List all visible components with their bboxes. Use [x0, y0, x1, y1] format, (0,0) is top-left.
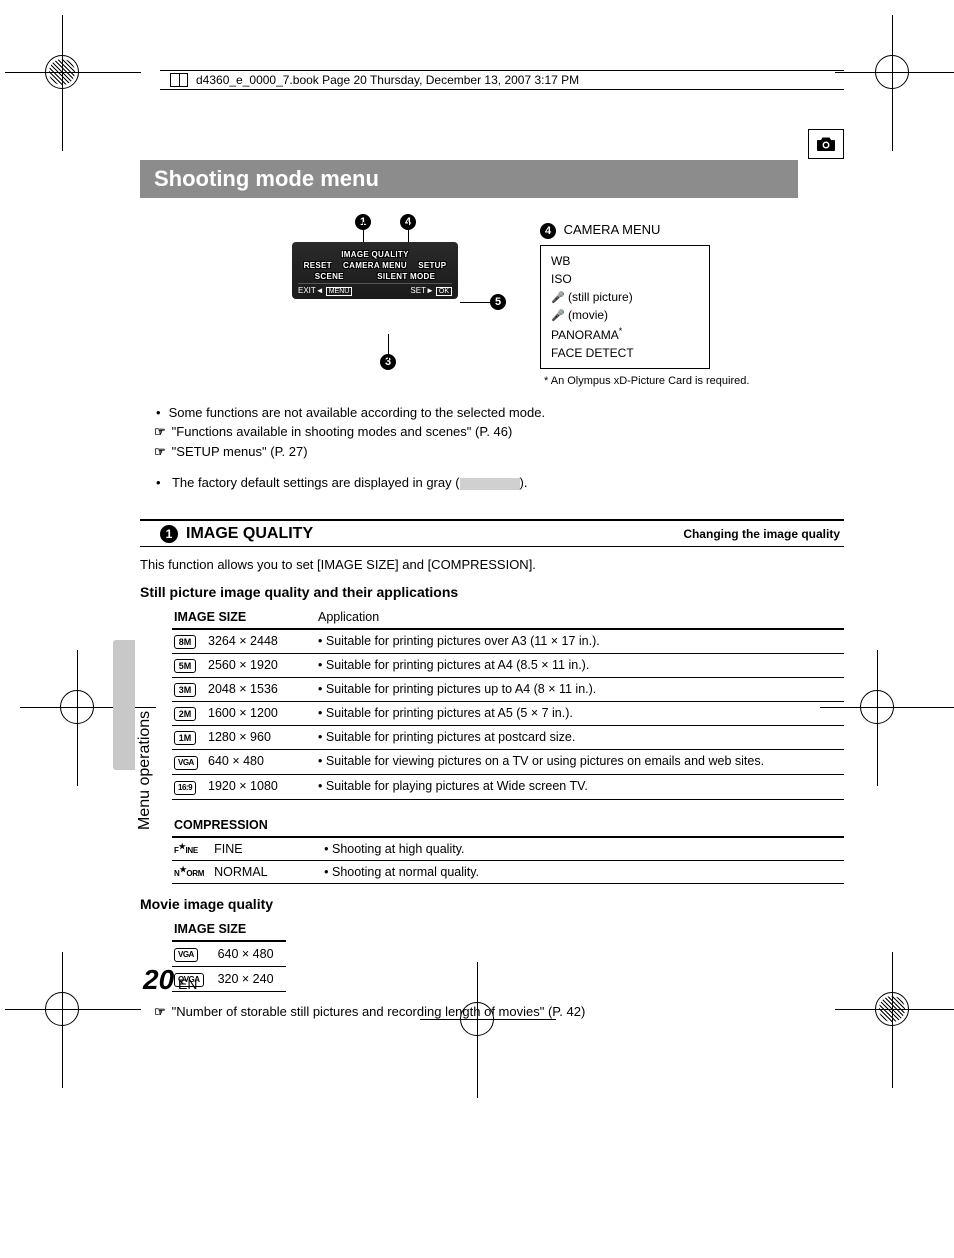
compression-table: COMPRESSION F★INEFINEShooting at high qu…	[172, 814, 844, 884]
subsection-title: IMAGE QUALITY	[186, 525, 313, 543]
note-line: The factory default settings are display…	[140, 473, 844, 493]
table-row: N★ORMNORMALShooting at normal quality.	[172, 860, 844, 883]
callout-4-inline: 4	[540, 223, 556, 239]
menu-item: 🎤 (still picture)	[551, 288, 699, 307]
menu-item: WB	[551, 252, 699, 270]
size-badge: 3M	[174, 683, 196, 697]
table-row: F★INEFINEShooting at high quality.	[172, 837, 844, 861]
subsection-subtitle: Changing the image quality	[683, 527, 844, 541]
size-badge: 1M	[174, 731, 196, 745]
mic-icon: 🎤	[551, 310, 565, 322]
subsection-bar: 1 IMAGE QUALITY Changing the image quali…	[140, 519, 844, 547]
print-header: d4360_e_0000_7.book Page 20 Thursday, De…	[160, 70, 844, 90]
table-row: 8M3264 × 2448Suitable for printing pictu…	[172, 629, 844, 654]
menu-item: ISO	[551, 270, 699, 288]
menu-item: FACE DETECT	[551, 344, 699, 362]
col-header: Application	[316, 606, 844, 629]
size-badge: 16:9	[174, 781, 196, 795]
table-caption: Movie image quality	[140, 896, 844, 912]
size-badge: VGA	[174, 756, 198, 770]
crossref: "SETUP menus" (P. 27)	[140, 442, 844, 462]
table-row: 3M2048 × 1536Suitable for printing pictu…	[172, 677, 844, 701]
table-row: 16:91920 × 1080Suitable for playing pict…	[172, 774, 844, 799]
size-badge: 2M	[174, 707, 196, 721]
table-row: VGA640 × 480	[172, 941, 286, 967]
col-header: IMAGE SIZE	[172, 606, 316, 629]
table-row: 5M2560 × 1920Suitable for printing pictu…	[172, 653, 844, 677]
table-row: VGA640 × 480Suitable for viewing picture…	[172, 749, 844, 774]
col-header: COMPRESSION	[172, 814, 844, 837]
table-row: 2M1600 × 1200Suitable for printing pictu…	[172, 701, 844, 725]
comp-badge: N★ORM	[174, 869, 204, 878]
intro-text: This function allows you to set [IMAGE S…	[140, 557, 844, 572]
book-icon	[170, 73, 188, 87]
gray-swatch	[460, 478, 520, 490]
camera-mode-icon	[808, 129, 844, 159]
camera-menu-heading: 4 CAMERA MENU	[540, 222, 844, 239]
callout-5: 5	[490, 294, 506, 310]
image-size-table: IMAGE SIZE Application 8M3264 × 2448Suit…	[172, 606, 844, 800]
table-caption: Still picture image quality and their ap…	[140, 584, 844, 600]
col-header: IMAGE SIZE	[172, 918, 286, 941]
table-row: 1M1280 × 960Suitable for printing pictur…	[172, 725, 844, 749]
menu-item: 🎤 (movie)	[551, 306, 699, 325]
camera-menu-mock: IMAGE QUALITY RESETCAMERA MENUSETUP SCEN…	[292, 242, 458, 299]
size-badge: 8M	[174, 635, 196, 649]
subsection-number: 1	[160, 525, 178, 543]
camera-menu-footnote: * An Olympus xD-Picture Card is required…	[540, 375, 844, 387]
crossref: "Functions available in shooting modes a…	[140, 422, 844, 442]
size-badge: VGA	[174, 948, 198, 962]
page-number: 20 EN	[143, 964, 198, 996]
notes-block: Some functions are not available accordi…	[140, 403, 844, 493]
print-header-text: d4360_e_0000_7.book Page 20 Thursday, De…	[196, 73, 579, 87]
section-title-bar: Shooting mode menu	[140, 160, 798, 198]
crossref: "Number of storable still pictures and r…	[140, 1002, 844, 1022]
size-badge: 5M	[174, 659, 196, 673]
section-title: Shooting mode menu	[154, 166, 379, 192]
menu-item: PANORAMA*	[551, 325, 699, 344]
menu-diagram: 1 4 2 5 3 IMAGE QUALITY RESETCAMERA MENU…	[240, 214, 510, 387]
note-line: Some functions are not available accordi…	[140, 403, 844, 423]
camera-menu-box: WB ISO 🎤 (still picture) 🎤 (movie) PANOR…	[540, 245, 710, 369]
mic-icon: 🎤	[551, 292, 565, 304]
comp-badge: F★INE	[174, 846, 198, 855]
